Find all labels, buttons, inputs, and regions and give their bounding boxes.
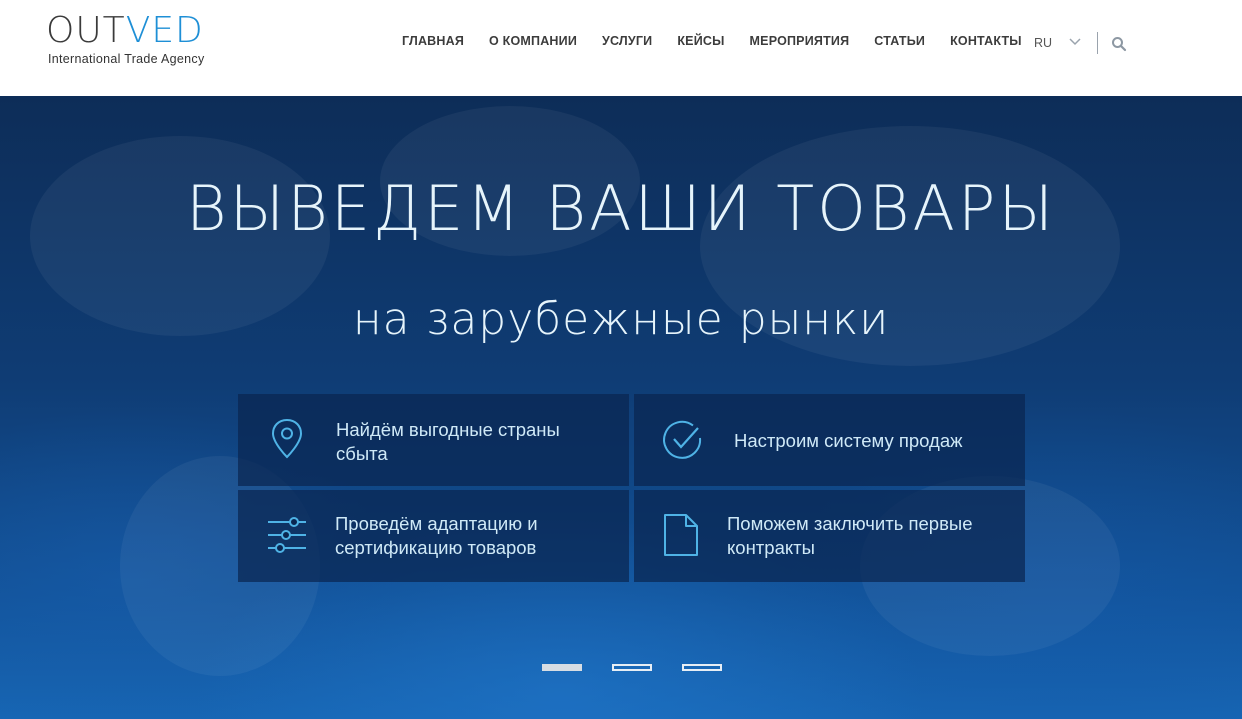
feature-text-line: Поможем заключить первые — [727, 513, 973, 534]
chevron-down-icon[interactable] — [1068, 34, 1082, 48]
logo[interactable]: OUTVED International Trade Agency — [46, 12, 205, 67]
feature-grid: Найдём выгодные страны сбыта Настроим си… — [238, 394, 1025, 582]
feature-card: Найдём выгодные страны сбыта — [238, 394, 629, 486]
check-circle-icon — [663, 420, 702, 459]
feature-card: Проведём адаптацию и сертификацию товаро… — [238, 490, 629, 582]
nav-item-cases[interactable]: КЕЙСЫ — [677, 34, 724, 48]
logo-text-accent: VED — [125, 10, 204, 51]
header-divider — [1097, 32, 1098, 54]
feature-card: Настроим систему продаж — [634, 394, 1025, 486]
document-icon — [664, 514, 698, 556]
feature-text: Поможем заключить первые контракты — [727, 512, 972, 560]
feature-card: Поможем заключить первые контракты — [634, 490, 1025, 582]
hero-subtitle: на зарубежные рынки — [352, 294, 890, 345]
nav-item-services[interactable]: УСЛУГИ — [602, 34, 652, 48]
slider-pagination — [542, 664, 752, 671]
slider-dot[interactable] — [542, 664, 582, 671]
logo-tagline: International Trade Agency — [48, 52, 205, 66]
feature-text: Проведём адаптацию и сертификацию товаро… — [335, 512, 538, 560]
main-nav: ГЛАВНАЯ О КОМПАНИИ УСЛУГИ КЕЙСЫ МЕРОПРИЯ… — [402, 34, 1047, 48]
feature-text-line: Проведём адаптацию и — [335, 513, 538, 534]
feature-text-line: сертификацию товаров — [335, 537, 537, 558]
feature-text-line: Найдём выгодные страны — [336, 419, 560, 440]
language-selector[interactable]: RU — [1034, 36, 1052, 50]
feature-text: Настроим систему продаж — [734, 429, 963, 453]
feature-text-line: Настроим систему продаж — [734, 430, 963, 451]
logo-wordmark: OUTVED — [46, 12, 205, 50]
hero-title: ВЫВЕДЕМ ВАШИ ТОВАРЫ — [185, 172, 1057, 245]
feature-text-line: контракты — [727, 537, 815, 558]
site-header: OUTVED International Trade Agency ГЛАВНА… — [0, 0, 1242, 96]
feature-text: Найдём выгодные страны сбыта — [336, 418, 560, 466]
slider-dot[interactable] — [682, 664, 722, 671]
nav-item-events[interactable]: МЕРОПРИЯТИЯ — [750, 34, 850, 48]
sliders-icon — [268, 517, 306, 553]
location-pin-icon — [271, 418, 303, 459]
logo-text-main: OUT — [46, 10, 126, 51]
feature-text-line: сбыта — [336, 443, 388, 464]
slider-dot[interactable] — [612, 664, 652, 671]
nav-item-about[interactable]: О КОМПАНИИ — [489, 34, 577, 48]
nav-item-contacts[interactable]: КОНТАКТЫ — [950, 34, 1022, 48]
hero-banner: ВЫВЕДЕМ ВАШИ ТОВАРЫ на зарубежные рынки … — [0, 96, 1242, 719]
nav-item-home[interactable]: ГЛАВНАЯ — [402, 34, 464, 48]
nav-item-articles[interactable]: СТАТЬИ — [874, 34, 925, 48]
search-icon[interactable] — [1111, 36, 1127, 52]
